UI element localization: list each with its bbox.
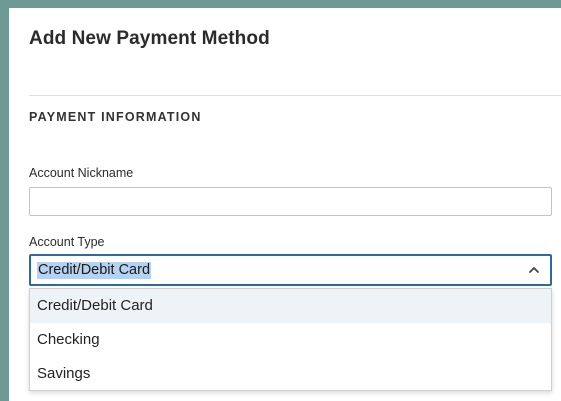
top-accent-bar — [0, 0, 561, 8]
account-nickname-input[interactable] — [29, 187, 552, 216]
option-checking[interactable]: Checking — [30, 323, 551, 357]
option-credit-debit-card[interactable]: Credit/Debit Card — [30, 289, 551, 323]
dialog-title: Add New Payment Method — [29, 28, 270, 49]
chevron-up-icon — [529, 267, 539, 273]
title-divider — [29, 95, 561, 96]
option-savings[interactable]: Savings — [30, 357, 551, 391]
payment-method-dialog-frame: Add New Payment Method PAYMENT INFORMATI… — [0, 0, 561, 401]
account-nickname-label: Account Nickname — [29, 166, 134, 180]
left-accent-bar — [0, 0, 9, 401]
section-heading: PAYMENT INFORMATION — [29, 110, 202, 124]
account-type-selected-value: Credit/Debit Card — [37, 262, 152, 279]
account-type-options-list: Credit/Debit Card Checking Savings — [29, 288, 552, 391]
dialog-panel: Add New Payment Method PAYMENT INFORMATI… — [9, 8, 561, 401]
account-type-label: Account Type — [29, 235, 105, 249]
account-type-select[interactable]: Credit/Debit Card — [29, 254, 552, 286]
